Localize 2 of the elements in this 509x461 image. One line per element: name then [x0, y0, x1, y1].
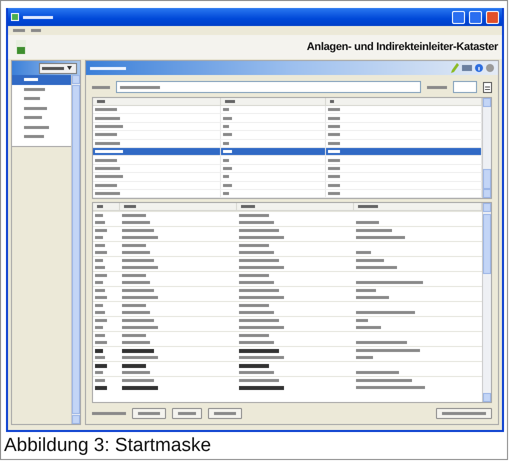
figure-caption: Abbildung 3: Startmaske	[3, 434, 212, 455]
app-heading: Anlagen- und Indirekteinleiter-Kataster	[306, 40, 498, 55]
